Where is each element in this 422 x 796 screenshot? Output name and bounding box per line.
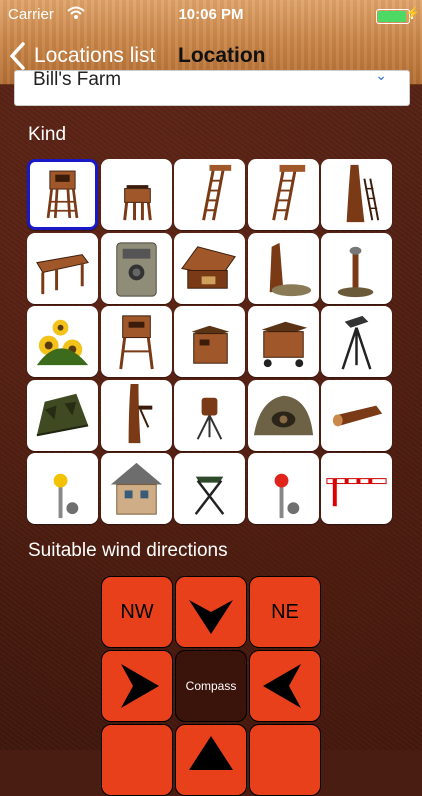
back-button[interactable]: Locations list [8, 40, 155, 72]
compass-button[interactable]: Compass [175, 650, 247, 722]
marker-red-icon [274, 473, 299, 519]
kind-option-covered-high-seat[interactable] [100, 306, 172, 377]
chevron-down-icon: ⌄ [375, 70, 387, 83]
kind-option-camo-ground-blind[interactable] [27, 379, 98, 451]
kind-option-low-seat[interactable] [100, 159, 172, 230]
lick-post-icon [337, 246, 374, 297]
cabin-icon [110, 462, 162, 515]
arrow-down-icon [189, 600, 233, 634]
wind-s-button[interactable] [175, 724, 247, 796]
folding-stool-icon [194, 476, 225, 515]
wind-n-button[interactable] [175, 576, 247, 648]
kind-section-label: Kind [28, 124, 67, 145]
location-name-value: Bill's Farm [33, 70, 122, 90]
wind-ne-button[interactable]: NE [249, 576, 321, 648]
barrier-gate-icon [326, 478, 387, 507]
chevron-left-icon [10, 42, 25, 70]
wind-section-label: Suitable wind directions [28, 540, 228, 561]
mobile-hide-trailer-icon [261, 321, 307, 368]
compass-label: Compass [185, 679, 237, 693]
kind-option-ladder-stand[interactable] [174, 159, 245, 230]
kind-option-salt-lick-stump[interactable] [247, 232, 319, 304]
wind-se-button[interactable] [249, 724, 321, 796]
kind-option-burrow[interactable] [247, 379, 319, 451]
kind-option-cabin[interactable] [100, 453, 172, 524]
wind-sw-button[interactable] [101, 724, 173, 796]
ladder-stand-icon [202, 164, 232, 221]
kind-option-lick-post[interactable] [321, 232, 392, 304]
low-seat-icon [122, 185, 152, 221]
salt-lick-stump-icon [269, 242, 311, 296]
wind-nw-button[interactable]: NW [101, 576, 173, 648]
trail-camera-icon [115, 241, 157, 297]
bench-icon [36, 253, 89, 294]
location-name-field[interactable]: Bill's Farm ⌄ [14, 70, 410, 106]
ladder-stand-2-icon [271, 164, 305, 221]
burrow-icon [253, 395, 313, 435]
camo-ground-blind-icon [36, 393, 89, 436]
tripod-stand-icon [341, 315, 372, 370]
kind-option-ground-hide-box[interactable] [174, 306, 245, 377]
marker-yellow-icon [53, 473, 79, 519]
wind-w-button[interactable] [101, 650, 173, 722]
high-seat-enclosed-icon [46, 170, 79, 219]
wind-ne-label: NE [271, 600, 299, 623]
kind-option-marker-red[interactable] [247, 453, 319, 524]
kind-option-sunflower-field[interactable] [27, 306, 98, 377]
kind-option-tree-stand-platform[interactable] [100, 379, 172, 451]
kind-option-trail-camera[interactable] [100, 232, 172, 304]
kind-option-feeding-hut[interactable] [174, 232, 245, 304]
arrow-up-icon [189, 736, 233, 770]
tree-stand-platform-icon [128, 383, 152, 443]
kind-option-log[interactable] [321, 379, 392, 451]
covered-high-seat-icon [118, 315, 154, 370]
tree-stand-icon [346, 164, 380, 223]
kind-option-marker-yellow[interactable] [27, 453, 98, 524]
charging-icon: ⚡ [405, 6, 420, 20]
kind-option-high-seat-enclosed[interactable] [27, 159, 98, 230]
kind-option-bench[interactable] [27, 232, 98, 304]
ground-hide-box-icon [191, 325, 230, 364]
wind-nw-label: NW [120, 600, 154, 623]
page-title: Location [178, 44, 266, 67]
kind-option-barrier-gate[interactable] [321, 453, 392, 524]
wind-e-button[interactable] [249, 650, 321, 722]
kind-option-tree-stand[interactable] [321, 159, 392, 230]
kind-option-folding-stool[interactable] [174, 453, 245, 524]
back-button-label: Locations list [34, 44, 156, 67]
kind-option-barrel-feeder[interactable] [174, 379, 245, 451]
status-time: 10:06 PM [178, 6, 244, 23]
arrow-left-icon [263, 664, 301, 708]
feeding-hut-icon [181, 245, 236, 289]
kind-option-tripod-stand[interactable] [321, 306, 392, 377]
kind-option-ladder-stand-2[interactable] [247, 159, 319, 230]
kind-option-mobile-hide-trailer[interactable] [247, 306, 319, 377]
sunflower-field-icon [36, 319, 89, 366]
status-bar: Carrier 10:06 PM ⚡ [0, 0, 422, 30]
arrow-right-icon [121, 664, 159, 708]
barrel-feeder-icon [196, 397, 223, 440]
log-icon [332, 405, 383, 426]
